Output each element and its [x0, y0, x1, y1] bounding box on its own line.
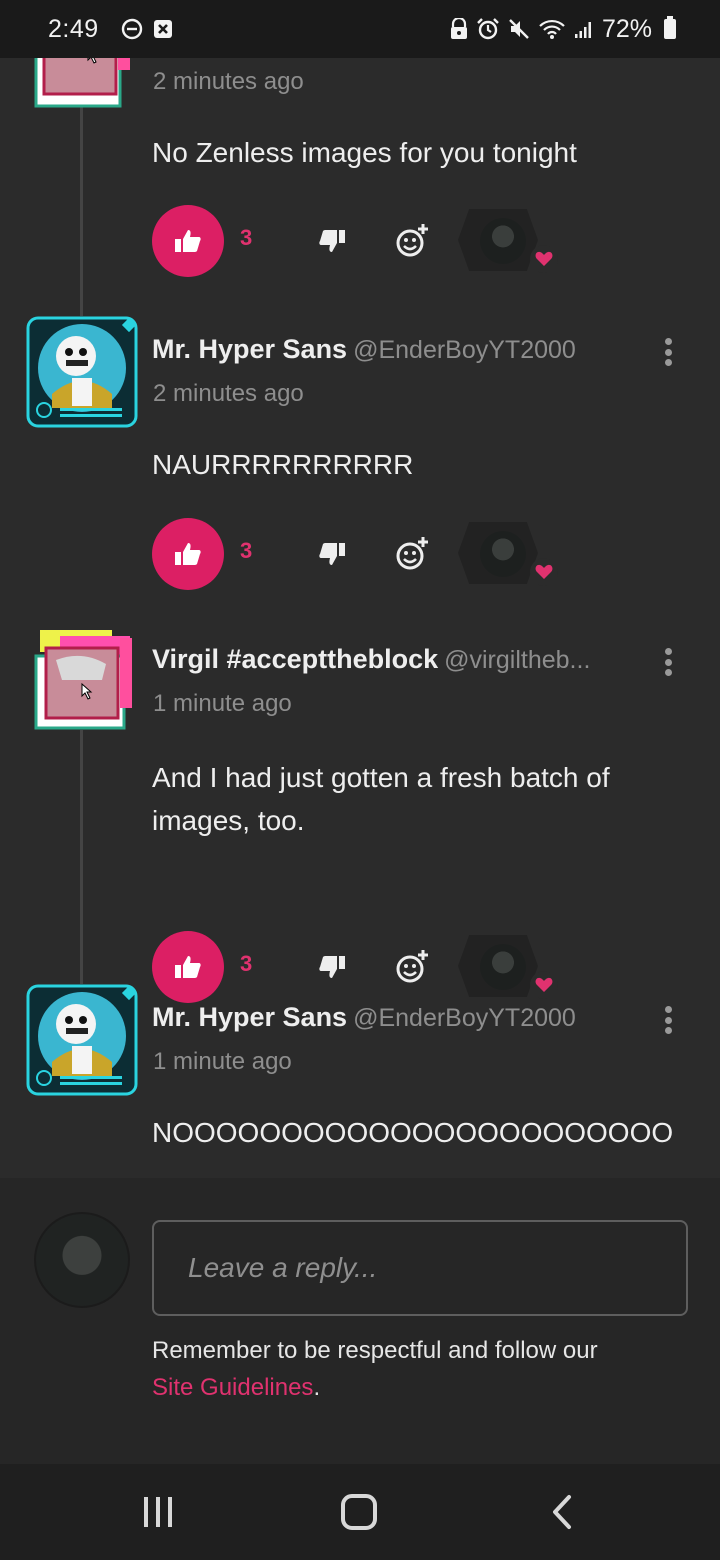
comment-text: NAURRRRRRRRRR: [152, 449, 414, 480]
author-name[interactable]: Mr. Hyper Sans: [152, 334, 347, 364]
avatar[interactable]: [26, 58, 138, 152]
comment-text: NOOOOOOOOOOOOOOOOOOOOOOO: [152, 1117, 674, 1148]
guidelines-period: .: [313, 1374, 321, 1401]
comment-actions: 3: [152, 931, 572, 1003]
comment-author[interactable]: Mr. Hyper Sans @EnderBoyYT2000: [152, 334, 576, 365]
mute-icon: [508, 18, 530, 40]
comment-timestamp: 1 minute ago: [153, 1048, 292, 1075]
comment-timestamp: 2 minutes ago: [153, 68, 304, 95]
comment-thread[interactable]: 2 minutes ago No Zenless images for you …: [0, 58, 720, 1178]
current-user-avatar[interactable]: [34, 1212, 130, 1308]
thumbs-down-icon: [319, 543, 345, 565]
thumbs-up-icon: [175, 230, 201, 252]
more-options-button[interactable]: [658, 1002, 678, 1038]
dislike-button[interactable]: [316, 538, 348, 570]
like-count: 3: [240, 951, 253, 976]
thread-connector: [80, 730, 83, 984]
battery-percent: 72%: [601, 14, 652, 43]
thumbs-up-icon: [175, 543, 201, 565]
reaction-user[interactable]: [458, 935, 558, 1001]
add-reaction-button[interactable]: [392, 947, 432, 987]
thumbs-down-icon: [319, 230, 345, 252]
like-button[interactable]: [152, 518, 224, 590]
like-count: 3: [240, 538, 253, 563]
heart-icon: [530, 971, 558, 999]
reply-composer: Remember to be respectful and follow our…: [0, 1178, 720, 1464]
comment-author[interactable]: Virgil #accepttheblock @virgiltheb...: [152, 644, 590, 675]
recent-apps-button[interactable]: [138, 1492, 178, 1532]
dislike-button[interactable]: [316, 225, 348, 257]
comment-actions: 3: [152, 205, 572, 277]
heart-icon: [530, 558, 558, 586]
add-emoji-icon: [396, 224, 428, 257]
alarm-icon: [476, 18, 500, 40]
like-button[interactable]: [152, 205, 224, 277]
comment-actions: 3: [152, 518, 572, 590]
author-handle[interactable]: @EnderBoyYT2000: [353, 336, 576, 364]
do-not-disturb-icon: [121, 18, 143, 40]
more-options-button[interactable]: [658, 644, 678, 680]
site-guidelines-link[interactable]: Site Guidelines: [152, 1374, 313, 1401]
add-emoji-icon: [396, 537, 428, 570]
notification-app-icon: [153, 19, 173, 39]
comment-timestamp: 1 minute ago: [153, 690, 292, 717]
reaction-user[interactable]: [458, 522, 558, 588]
reply-input[interactable]: [152, 1220, 688, 1316]
signal-icon: [574, 19, 594, 39]
avatar[interactable]: [26, 626, 138, 738]
reaction-user-avatar: [480, 531, 526, 577]
comment-text: And I had just gotten a fresh batch of i…: [152, 762, 610, 836]
battery-icon: [664, 16, 676, 39]
like-count: 3: [240, 225, 253, 250]
author-name[interactable]: Virgil #accepttheblock: [152, 644, 438, 674]
secure-folder-icon: [450, 18, 468, 40]
comment-timestamp: 2 minutes ago: [153, 380, 304, 407]
back-button[interactable]: [542, 1492, 582, 1532]
comment-text: No Zenless images for you tonight: [152, 137, 577, 168]
author-name[interactable]: Mr. Hyper Sans: [152, 1002, 347, 1032]
author-handle[interactable]: @virgiltheb...: [444, 646, 590, 674]
dislike-button[interactable]: [316, 951, 348, 983]
reaction-user-avatar: [480, 218, 526, 264]
like-button[interactable]: [152, 931, 224, 1003]
author-handle[interactable]: @EnderBoyYT2000: [353, 1004, 576, 1032]
comment-author[interactable]: Mr. Hyper Sans @EnderBoyYT2000: [152, 1002, 576, 1033]
thumbs-down-icon: [319, 956, 345, 978]
add-reaction-button[interactable]: [392, 221, 432, 261]
recent-apps-icon: [144, 1497, 172, 1527]
guidelines-notice: Remember to be respectful and follow our…: [152, 1332, 692, 1406]
system-nav-bar: [0, 1464, 720, 1560]
thumbs-up-icon: [175, 956, 201, 978]
back-icon: [553, 1495, 571, 1529]
add-emoji-icon: [396, 950, 428, 983]
status-time: 2:49: [48, 14, 99, 43]
add-reaction-button[interactable]: [392, 534, 432, 574]
guidelines-text: Remember to be respectful and follow our: [152, 1337, 598, 1364]
reaction-user[interactable]: [458, 209, 558, 275]
avatar[interactable]: [26, 984, 138, 1096]
heart-icon: [530, 245, 558, 273]
status-bar: 2:49 72%: [0, 0, 720, 58]
more-options-button[interactable]: [658, 334, 678, 370]
avatar[interactable]: [26, 316, 138, 428]
home-button[interactable]: [339, 1492, 379, 1532]
wifi-icon: [538, 18, 566, 40]
home-icon: [341, 1494, 377, 1530]
reaction-user-avatar: [480, 944, 526, 990]
